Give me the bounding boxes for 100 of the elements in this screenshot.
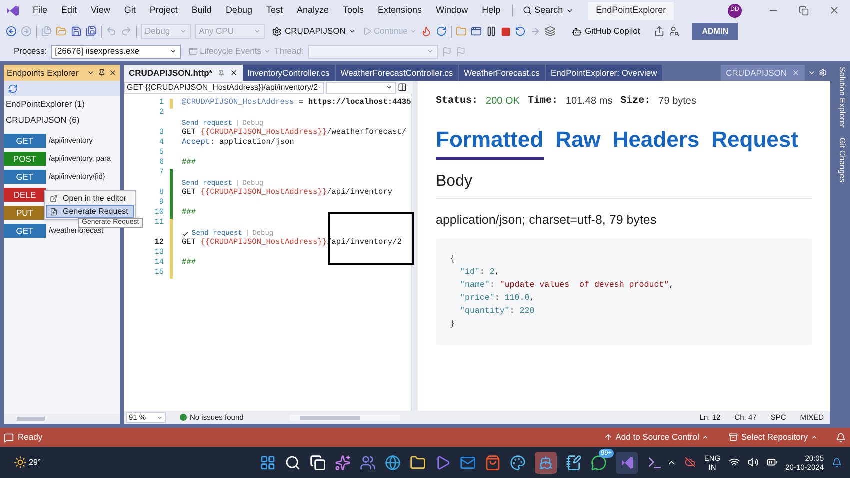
sparkle-icon[interactable] bbox=[335, 454, 351, 470]
editor-tab[interactable]: WeatherForecast.cs bbox=[459, 65, 546, 81]
stop-icon[interactable] bbox=[500, 26, 511, 36]
save-all-icon[interactable] bbox=[86, 26, 97, 37]
menu-item[interactable]: Project bbox=[142, 2, 185, 20]
folder-icon[interactable] bbox=[410, 454, 426, 470]
caret-icon bbox=[254, 28, 261, 35]
editor-tab[interactable]: WeatherForecastController.cs bbox=[336, 65, 460, 81]
check-icon bbox=[182, 230, 189, 238]
settings-icon[interactable] bbox=[819, 69, 827, 77]
notepad-icon[interactable] bbox=[566, 454, 582, 470]
repository-button[interactable]: Select Repository bbox=[729, 431, 818, 444]
horizontal-scrollbar[interactable] bbox=[290, 414, 400, 420]
caret-icon bbox=[426, 48, 434, 55]
method-tag[interactable]: PUT bbox=[4, 206, 46, 220]
bell-icon[interactable] bbox=[832, 458, 842, 468]
admin-button[interactable]: ADMIN bbox=[692, 23, 738, 40]
menu-item[interactable]: Edit bbox=[54, 2, 84, 20]
caret-icon[interactable] bbox=[808, 69, 816, 77]
windows-start-icon[interactable] bbox=[260, 454, 276, 470]
flame-icon[interactable] bbox=[420, 26, 432, 37]
back-icon[interactable] bbox=[6, 26, 17, 37]
search-button[interactable]: Search bbox=[516, 2, 580, 19]
restore-icon[interactable] bbox=[799, 6, 809, 16]
request-dropdown[interactable]: GET {{CRUDAPIJSON_HostAddress}}/api/inventory/2 bbox=[124, 82, 324, 94]
editor-tab[interactable]: CRUDAPIJSON.http* bbox=[124, 65, 243, 81]
mail-icon[interactable] bbox=[460, 454, 476, 470]
status-label: Status: bbox=[436, 95, 478, 109]
menu-item[interactable]: Test bbox=[259, 2, 290, 20]
taskbar-app-button[interactable] bbox=[616, 452, 638, 474]
terminal-icon[interactable] bbox=[647, 454, 663, 470]
startup-project-button[interactable]: CRUDAPIJSON bbox=[269, 25, 359, 38]
menu-item[interactable]: Build bbox=[184, 2, 219, 20]
play-icon[interactable] bbox=[435, 454, 451, 470]
window-icon[interactable] bbox=[470, 26, 482, 37]
restart-icon[interactable] bbox=[514, 26, 526, 37]
threads-icon[interactable] bbox=[544, 26, 556, 37]
editor-tab[interactable]: EndPointExplorer: Overview bbox=[546, 65, 664, 81]
menu-item[interactable]: Window bbox=[429, 2, 476, 20]
process-dropdown[interactable]: [26676] iisexpress.exe bbox=[51, 44, 182, 58]
copilot-button[interactable]: GitHub Copilot bbox=[572, 25, 640, 38]
save-icon[interactable] bbox=[71, 26, 82, 37]
pause-icon[interactable] bbox=[486, 26, 497, 37]
robot-icon bbox=[572, 26, 582, 36]
refresh-icon[interactable] bbox=[8, 84, 18, 94]
feedback-icon[interactable] bbox=[669, 26, 680, 37]
tree-item[interactable]: CRUDAPIJSON (6) bbox=[4, 112, 120, 128]
arrow-up-icon bbox=[604, 433, 613, 442]
tree-item[interactable]: EndPointExplorer (1) bbox=[4, 96, 120, 112]
palette-icon[interactable] bbox=[510, 454, 526, 470]
menu-item[interactable]: Extensions bbox=[371, 2, 430, 20]
source-control-button[interactable]: Add to Source Control bbox=[604, 431, 710, 444]
menu-item[interactable]: File bbox=[26, 2, 55, 20]
cloud-off-icon bbox=[685, 457, 696, 468]
method-tag[interactable]: POST bbox=[4, 152, 46, 166]
menu-item[interactable]: Debug bbox=[218, 2, 260, 20]
editor-tab[interactable]: InventoryController.cs bbox=[242, 65, 336, 81]
menu-item[interactable]: Analyze bbox=[290, 2, 336, 20]
menu-item[interactable]: Git bbox=[117, 2, 143, 20]
pin-icon[interactable] bbox=[98, 69, 106, 77]
refresh-icon[interactable] bbox=[436, 26, 447, 37]
thread-label: Thread: bbox=[274, 45, 304, 58]
response-tab[interactable]: Headers bbox=[612, 123, 700, 160]
split-icon[interactable] bbox=[398, 83, 407, 92]
caret-icon[interactable] bbox=[87, 69, 95, 77]
method-tag[interactable]: GET bbox=[4, 170, 46, 184]
share-icon[interactable] bbox=[654, 26, 666, 37]
people-icon[interactable] bbox=[360, 454, 376, 470]
ship-icon bbox=[539, 456, 553, 470]
content-type: application/json; charset=utf-8, 79 bytes bbox=[436, 212, 658, 229]
method-tag[interactable]: DELE bbox=[4, 188, 46, 202]
volume-icon bbox=[748, 457, 759, 468]
menu-item[interactable]: Help bbox=[475, 2, 508, 20]
search-icon bbox=[522, 6, 532, 15]
taskbar-app-button[interactable] bbox=[535, 452, 557, 474]
side-tab[interactable]: Solution Explorer bbox=[836, 67, 848, 128]
status-label: Size: bbox=[620, 94, 651, 109]
response-tab[interactable]: Formatted bbox=[436, 123, 544, 160]
browser-icon[interactable] bbox=[385, 454, 401, 470]
caret-icon bbox=[264, 48, 270, 55]
close-icon[interactable] bbox=[109, 69, 117, 77]
json-line: { bbox=[450, 254, 455, 266]
menu-item[interactable]: Open in the editor bbox=[46, 192, 134, 205]
side-tab[interactable]: Git Changes bbox=[836, 138, 848, 182]
notification-icon[interactable] bbox=[836, 432, 846, 442]
weather-icon bbox=[14, 456, 27, 469]
search-icon[interactable] bbox=[285, 454, 301, 470]
method-tag[interactable]: GET bbox=[4, 134, 46, 148]
store-icon[interactable] bbox=[485, 454, 501, 470]
app-logo-icon bbox=[6, 4, 20, 16]
response-tab[interactable]: Raw bbox=[556, 123, 601, 160]
menu-item[interactable]: View bbox=[84, 2, 118, 20]
chat-icon[interactable] bbox=[591, 454, 607, 470]
menu-item[interactable]: Generate Request bbox=[46, 205, 134, 218]
menu-item[interactable]: Tools bbox=[336, 2, 372, 20]
wifi-icon bbox=[728, 457, 740, 468]
method-tag[interactable]: GET bbox=[4, 224, 46, 238]
task-view-icon[interactable] bbox=[310, 454, 326, 470]
response-tab[interactable]: Request bbox=[712, 123, 798, 160]
close-icon[interactable] bbox=[829, 5, 840, 16]
